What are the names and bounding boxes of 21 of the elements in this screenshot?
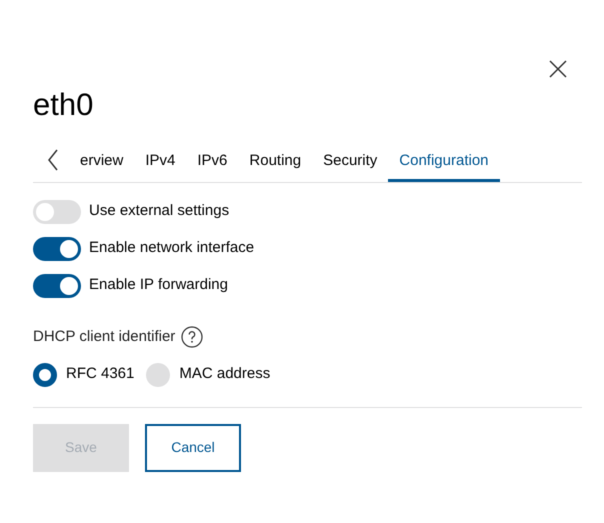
close-button[interactable] [547,58,569,80]
radio-label: RFC 4361 [66,364,134,384]
radio-button[interactable] [33,362,57,387]
field-label: DHCP client identifier [33,327,176,348]
dialog-title: eth0 [33,86,94,124]
radio-label: MAC address [179,364,270,384]
toggle-switch[interactable] [33,200,81,224]
tab[interactable]: Configuration [388,143,500,182]
tab[interactable]: Routing [238,143,312,182]
toggle-label: Enable IP forwarding [89,275,228,296]
cancel-button[interactable]: Cancel [145,424,241,472]
toggle-switch[interactable] [33,274,81,298]
help-icon[interactable] [181,326,204,348]
toggle-label: Use external settings [89,201,230,222]
tab[interactable]: IPv4 [134,143,186,182]
toggle-label: Enable network interface [89,238,254,258]
toggle-switch[interactable] [33,236,81,261]
tab[interactable]: erview [69,143,134,182]
tab[interactable]: Security [312,143,388,182]
tab[interactable]: IPv6 [186,143,238,182]
radio-button[interactable] [146,362,170,387]
